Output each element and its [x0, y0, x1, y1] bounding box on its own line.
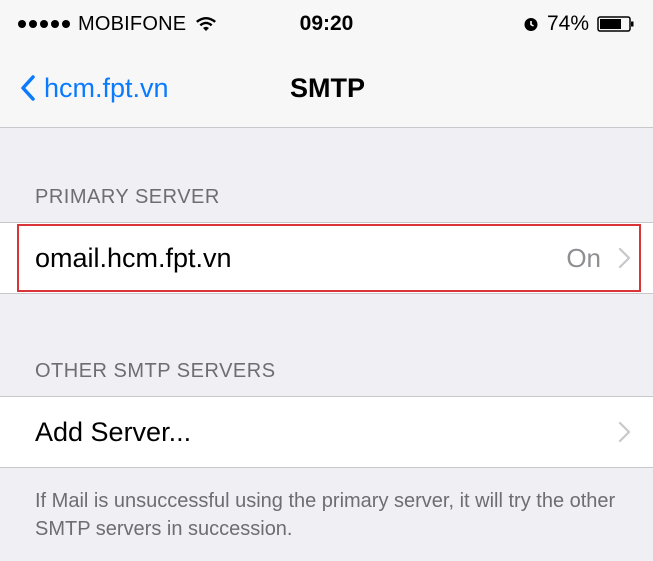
primary-server-header: PRIMARY SERVER: [35, 186, 220, 208]
alarm-icon: [524, 18, 538, 31]
navigation-bar: hcm.fpt.vn SMTP: [0, 48, 653, 128]
carrier-name: MOBIFONE: [78, 12, 187, 35]
back-chevron-icon: [21, 75, 35, 101]
primary-server-status: On: [566, 242, 601, 273]
chevron-right-icon: [618, 421, 631, 443]
battery-icon: [597, 16, 634, 32]
add-server-label: Add Server...: [35, 416, 192, 447]
wifi-icon: [196, 17, 217, 31]
primary-server-row[interactable]: omail.hcm.fpt.vn On: [0, 222, 653, 294]
battery-percent: 74%: [546, 12, 589, 35]
chevron-right-icon: [618, 247, 631, 269]
primary-server-name: omail.hcm.fpt.vn: [35, 242, 232, 273]
page-title: SMTP: [290, 72, 366, 103]
status-bar: MOBIFONE 09:20 74%: [0, 0, 653, 48]
other-servers-header: OTHER SMTP SERVERS: [35, 360, 276, 382]
status-time: 09:20: [299, 12, 354, 35]
smtp-settings-screen: MOBIFONE 09:20 74% hcm.fpt.vn SMTP PRIMA…: [0, 0, 653, 561]
status-left: MOBIFONE: [18, 13, 218, 36]
back-label: hcm.fpt.vn: [44, 72, 169, 103]
status-right: 74%: [523, 12, 635, 36]
add-server-row[interactable]: Add Server...: [0, 396, 653, 468]
footer-note: If Mail is unsuccessful using the primar…: [35, 490, 616, 540]
back-button[interactable]: hcm.fpt.vn: [20, 48, 169, 128]
signal-dots-icon: [18, 20, 70, 28]
